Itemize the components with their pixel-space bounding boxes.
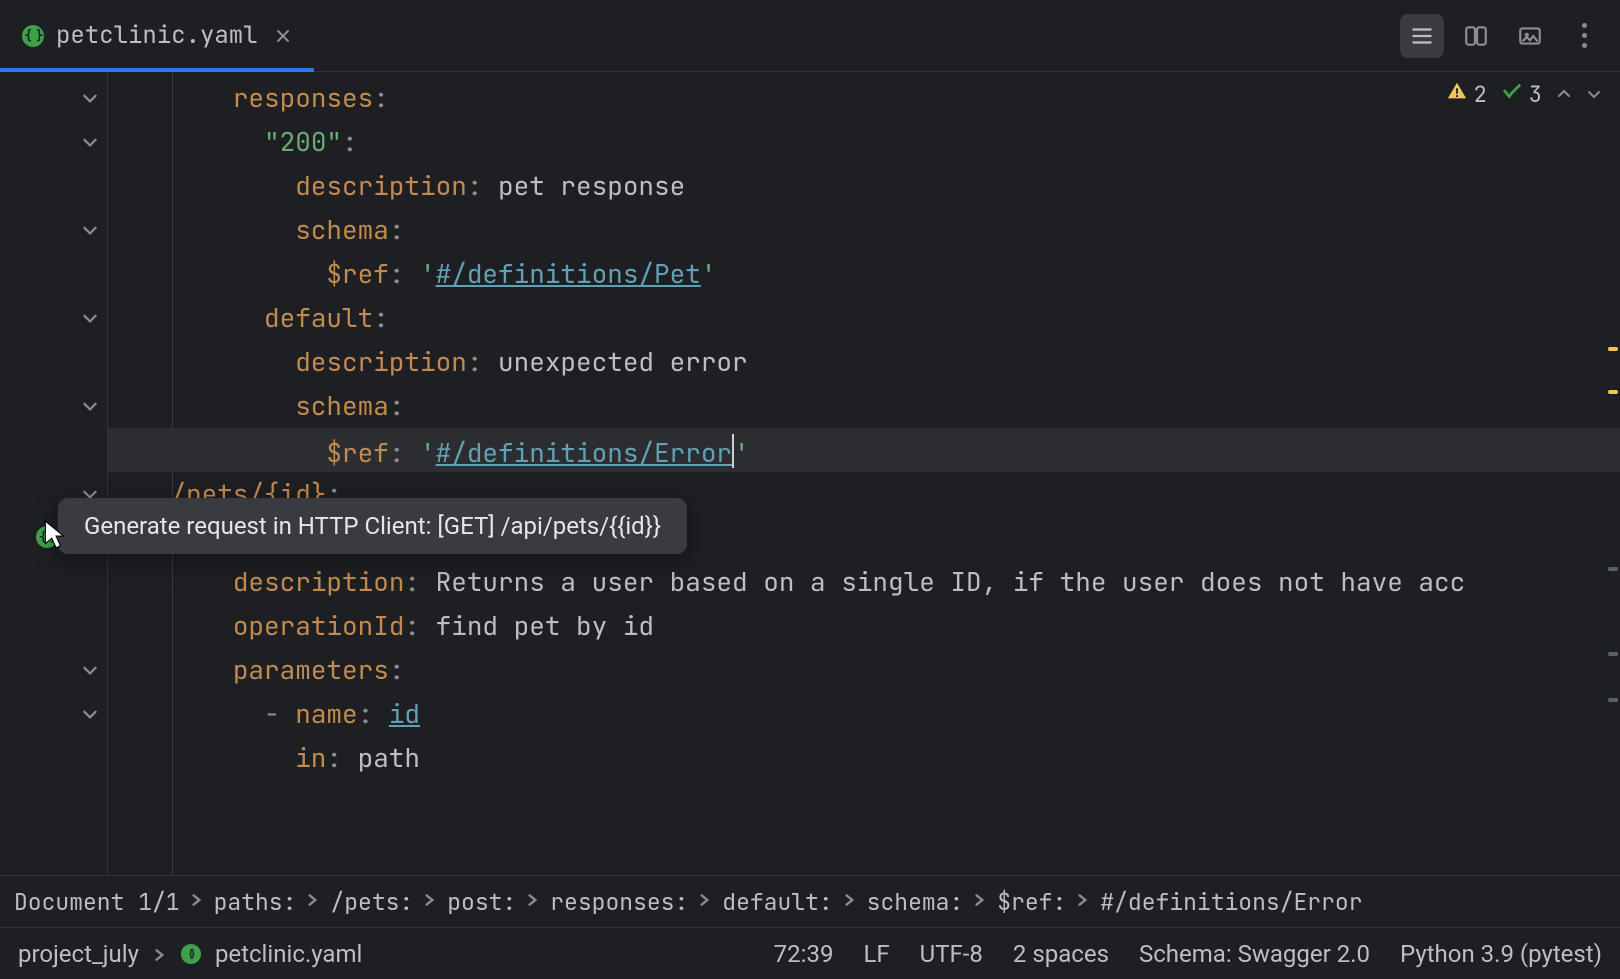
fold-chevron-icon[interactable] [80, 396, 100, 416]
code-area[interactable]: responses: "200": description: pet respo… [108, 72, 1620, 875]
code-line[interactable]: "200": [108, 120, 1620, 164]
chevron-down-icon[interactable] [1586, 82, 1602, 108]
fold-chevron-icon[interactable] [80, 132, 100, 152]
editor[interactable]: responses: "200": description: pet respo… [0, 72, 1620, 875]
stripe-marker[interactable] [1608, 390, 1618, 394]
more-actions-button[interactable] [1562, 14, 1606, 58]
http-client-tooltip: Generate request in HTTP Client: [GET] /… [58, 498, 687, 554]
chevron-right-icon [526, 890, 540, 913]
status-project: project_july [18, 940, 139, 968]
fold-chevron-icon[interactable] [80, 660, 100, 680]
code-line[interactable]: responses: [108, 76, 1620, 120]
status-bar: project_july petclinic.yaml 72:39 LF UTF… [0, 927, 1620, 979]
kebab-icon [1582, 23, 1587, 48]
stripe-marker[interactable] [1608, 698, 1618, 702]
status-filename: petclinic.yaml [215, 940, 362, 968]
split-editor-button[interactable] [1454, 14, 1498, 58]
chevron-right-icon [698, 890, 712, 913]
generate-http-request-icon[interactable] [36, 526, 58, 548]
stripe-marker[interactable] [1608, 347, 1618, 351]
breadcrumb-item[interactable]: #/definitions/Error [1100, 887, 1362, 917]
gutter[interactable] [0, 72, 108, 875]
error-stripe[interactable] [1606, 72, 1620, 875]
breadcrumb-item[interactable]: $ref: [997, 887, 1066, 917]
weak-warnings-count: 3 [1529, 80, 1542, 109]
warning-icon [1446, 80, 1468, 109]
reader-mode-button[interactable] [1400, 14, 1444, 58]
tab-filename: petclinic.yaml [56, 20, 258, 51]
breadcrumb-item[interactable]: /pets: [330, 887, 413, 917]
weak-warnings-indicator[interactable]: 3 [1501, 80, 1542, 109]
status-line-col[interactable]: 72:39 [774, 940, 834, 968]
breadcrumb-item[interactable]: paths: [214, 887, 297, 917]
warnings-count: 2 [1474, 80, 1487, 109]
fold-chevron-icon[interactable] [80, 88, 100, 108]
breadcrumb-item[interactable]: post: [447, 887, 516, 917]
tooltip-text: Generate request in HTTP Client: [GET] /… [84, 512, 661, 540]
warnings-indicator[interactable]: 2 [1446, 80, 1487, 109]
openapi-file-icon [22, 25, 44, 47]
chevron-right-icon [843, 890, 857, 913]
openapi-file-icon [181, 944, 201, 964]
fold-chevron-icon[interactable] [80, 704, 100, 724]
check-icon [1501, 80, 1523, 109]
code-line[interactable]: default: [108, 296, 1620, 340]
breadcrumb-item[interactable]: Document 1/1 [14, 887, 180, 917]
code-line[interactable]: schema: [108, 384, 1620, 428]
code-line[interactable]: - name: id [108, 692, 1620, 736]
chevron-up-icon[interactable] [1556, 82, 1572, 108]
code-line[interactable]: in: path [108, 736, 1620, 780]
status-schema[interactable]: Schema: Swagger 2.0 [1139, 940, 1370, 968]
status-interpreter[interactable]: Python 3.9 (pytest) [1400, 940, 1602, 968]
fold-chevron-icon[interactable] [80, 308, 100, 328]
chevron-right-icon [423, 890, 437, 913]
code-line[interactable]: description: Returns a user based on a s… [108, 560, 1620, 604]
code-line[interactable]: description: pet response [108, 164, 1620, 208]
code-line[interactable]: operationId: find pet by id [108, 604, 1620, 648]
status-path[interactable]: project_july petclinic.yaml [18, 940, 362, 968]
chevron-right-icon [306, 890, 320, 913]
editor-tab[interactable]: petclinic.yaml [0, 0, 314, 71]
chevron-right-icon [973, 890, 987, 913]
stripe-marker[interactable] [1608, 567, 1618, 571]
breadcrumb-item[interactable]: responses: [550, 887, 688, 917]
close-icon[interactable] [270, 23, 296, 49]
status-indent[interactable]: 2 spaces [1013, 940, 1109, 968]
breadcrumb-item[interactable]: schema: [867, 887, 964, 917]
inspections-widget[interactable]: 2 3 [1446, 80, 1602, 109]
chevron-right-icon [1076, 890, 1090, 913]
chevron-right-icon [153, 940, 167, 968]
fold-chevron-icon[interactable] [80, 220, 100, 240]
tab-bar: petclinic.yaml [0, 0, 1620, 72]
text-caret [732, 434, 734, 468]
tab-tools [1400, 14, 1620, 58]
code-line[interactable]: description: unexpected error [108, 340, 1620, 384]
breadcrumb-item[interactable]: default: [722, 887, 832, 917]
status-line-separator[interactable]: LF [863, 940, 889, 968]
stripe-marker[interactable] [1608, 652, 1618, 656]
code-line[interactable]: schema: [108, 208, 1620, 252]
chevron-right-icon [190, 890, 204, 913]
preview-button[interactable] [1508, 14, 1552, 58]
breadcrumbs[interactable]: Document 1/1 paths: /pets: post: responses: d… [0, 875, 1620, 927]
code-line[interactable]: $ref: '#/definitions/Error' [108, 428, 1620, 472]
code-line[interactable]: $ref: '#/definitions/Pet' [108, 252, 1620, 296]
status-encoding[interactable]: UTF-8 [920, 940, 983, 968]
code-line[interactable]: parameters: [108, 648, 1620, 692]
